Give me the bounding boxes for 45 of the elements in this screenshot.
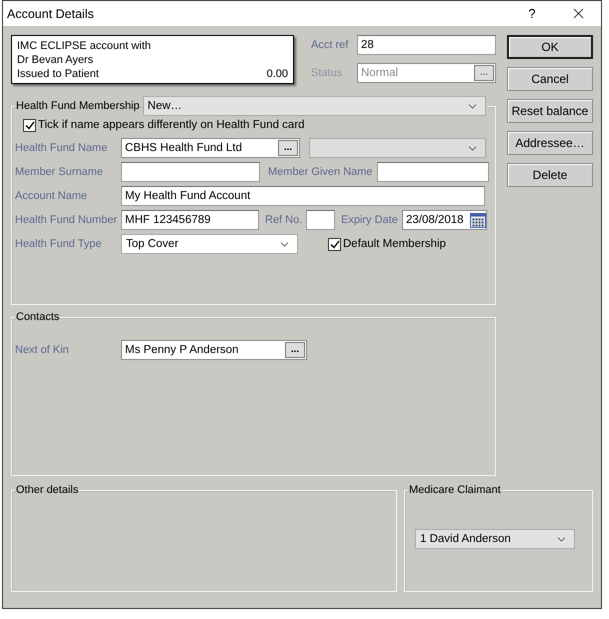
fund-number-field[interactable]: MHF 123456789 (121, 210, 259, 230)
group-title: Other details (16, 484, 78, 496)
field-label: Expiry Date (341, 214, 399, 226)
dialog-button[interactable]: Reset balance (507, 99, 593, 123)
browse-button[interactable]: ... (285, 342, 305, 358)
group-title: Contacts (16, 311, 60, 323)
expiry-date-field[interactable]: 23/08/2018 (402, 210, 487, 230)
group-title: Medicare Claimant (409, 484, 501, 496)
field-label: Health Fund Number (15, 214, 118, 226)
field-label: Health Fund Type (15, 238, 103, 250)
field-label: Ref No. (265, 214, 304, 226)
field-label: Account Name (15, 190, 88, 202)
dialog-button[interactable]: Addressee… (507, 131, 593, 155)
calendar-icon[interactable] (470, 212, 486, 228)
next-of-kin-field[interactable]: Ms Penny P Anderson ... (121, 340, 307, 360)
summary-line: Dr Bevan Ayers (17, 53, 94, 67)
default-membership-checkbox[interactable]: Default Membership (328, 238, 446, 250)
member-given-name-field[interactable] (376, 162, 489, 182)
acct-ref-field[interactable]: 28 (357, 35, 496, 55)
browse-button[interactable]: ... (278, 140, 298, 156)
group-title: Health Fund Membership (16, 100, 140, 112)
field-label: Next of Kin (15, 344, 70, 356)
field-label: Member Surname (15, 166, 104, 178)
claimant-dropdown[interactable]: 1 David Anderson (415, 529, 575, 549)
fund-type-dropdown[interactable]: Top Cover (121, 234, 298, 254)
field-label: Health Fund Name (15, 142, 108, 154)
window-title: Account Details (7, 6, 95, 20)
account-name-field[interactable]: My Health Fund Account (121, 186, 485, 206)
summary-line: IMC ECLIPSE account with (17, 39, 152, 53)
field-label: Member Given Name (268, 166, 373, 178)
fund-name-field[interactable]: CBHS Health Fund Ltd ... (121, 138, 300, 158)
acct-ref-label: Acct ref (311, 39, 350, 51)
status-label: Status (311, 67, 344, 79)
checkbox[interactable] (328, 238, 341, 250)
member-surname-field[interactable] (121, 162, 260, 182)
balance-amount: 0.00 (266, 67, 288, 81)
dialog-button[interactable]: Delete (507, 163, 593, 187)
ref-no-field[interactable] (306, 210, 335, 230)
summary-line: Issued to Patient (17, 67, 99, 81)
checkbox-label: Default Membership (343, 238, 446, 250)
checkbox[interactable] (23, 118, 36, 132)
dialog-button[interactable]: OK (507, 35, 593, 59)
help-button[interactable]: ? (509, 1, 555, 26)
membership-dropdown[interactable]: New… (142, 96, 486, 116)
dialog-button[interactable]: Cancel (507, 67, 593, 91)
